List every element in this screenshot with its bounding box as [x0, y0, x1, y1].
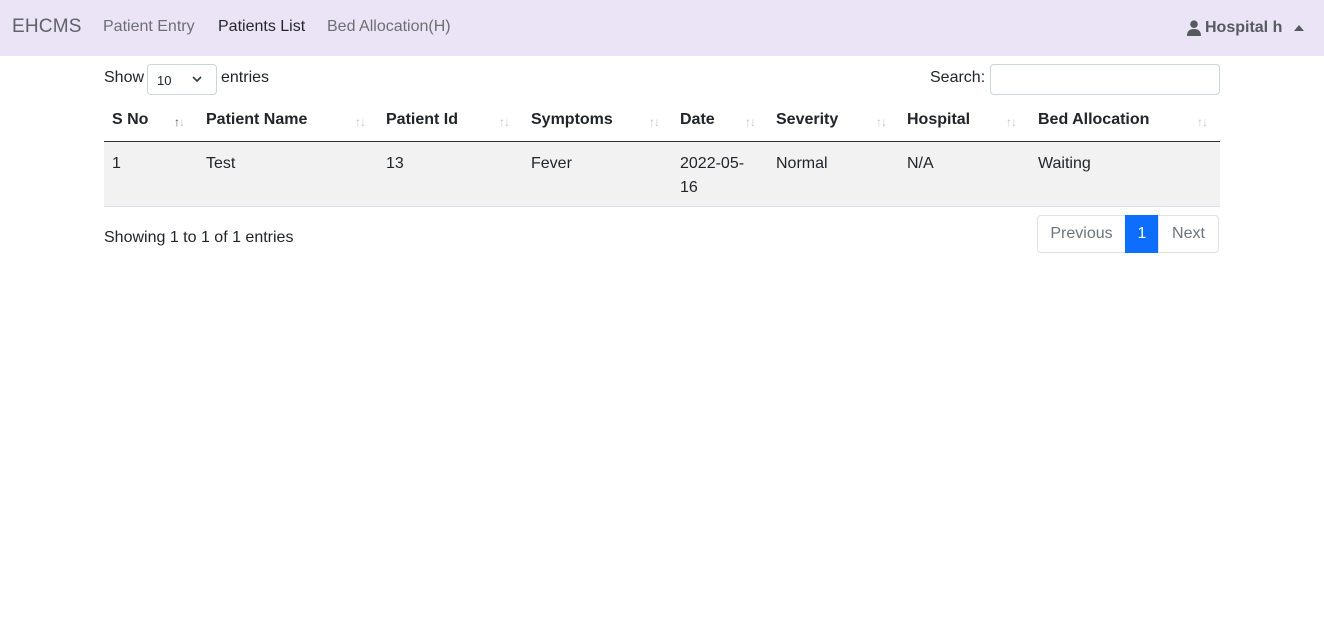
sort-icon[interactable]: ↑↓ [1197, 115, 1208, 129]
nav-link-bed-allocation[interactable]: Bed Allocation(H) [327, 18, 451, 36]
next-page-button[interactable]: Next [1158, 215, 1219, 253]
sort-icon[interactable]: ↑↓ [745, 115, 756, 129]
sort-icon[interactable]: ↑↓ [1006, 115, 1017, 129]
column-header-symptoms[interactable]: Symptoms [531, 111, 613, 129]
cell-hospital: N/A [907, 155, 934, 172]
column-header-date[interactable]: Date [680, 111, 715, 129]
cell-bed-allocation: Waiting [1038, 155, 1091, 172]
sort-icon[interactable]: ↑↓ [649, 115, 660, 129]
previous-page-button[interactable]: Previous [1037, 215, 1126, 253]
cell-severity: Normal [776, 155, 828, 172]
sort-icon[interactable]: ↑↓ [876, 115, 887, 129]
cell-date-line-1: 2022-05- [680, 155, 745, 172]
cell-patient-id: 13 [386, 155, 404, 172]
brand-logo[interactable]: EHCMS [12, 16, 82, 38]
column-header-patient-name[interactable]: Patient Name [206, 111, 307, 129]
column-header-s-no[interactable]: S No [112, 111, 148, 129]
cell-date-line-2: 16 [680, 179, 698, 196]
top-navbar: EHCMS Patient Entry Patients List Bed Al… [0, 0, 1324, 56]
search-label: Search: [930, 69, 986, 86]
page-1-button[interactable]: 1 [1125, 215, 1159, 253]
cell-date: 2022-05- 16 [680, 152, 744, 200]
nav-link-patient-entry[interactable]: Patient Entry [103, 18, 195, 36]
table-bottom-border [104, 206, 1220, 207]
cell-s-no: 1 [112, 155, 121, 172]
entries-label: entries [221, 69, 270, 86]
table-info: Showing 1 to 1 of 1 entries [104, 229, 294, 246]
sort-icon[interactable]: ↑↓ [174, 115, 185, 129]
column-header-bed-allocation[interactable]: Bed Allocation [1038, 111, 1149, 129]
caret-up-icon [1294, 25, 1305, 31]
user-icon [1187, 20, 1201, 36]
user-menu[interactable]: Hospital h [1187, 18, 1305, 38]
cell-patient-name: Test [206, 155, 236, 172]
user-menu-label: Hospital h [1205, 19, 1283, 36]
column-header-severity[interactable]: Severity [776, 111, 838, 129]
nav-link-patients-list[interactable]: Patients List [218, 18, 305, 36]
show-label: Show [104, 69, 145, 86]
pagination: Previous 1 Next [1037, 215, 1219, 253]
sort-icon[interactable]: ↑↓ [355, 115, 366, 129]
entries-per-page-select[interactable]: 10 [147, 64, 217, 95]
column-header-hospital[interactable]: Hospital [907, 111, 970, 129]
search-input[interactable] [990, 64, 1220, 95]
sort-icon[interactable]: ↑↓ [499, 115, 510, 129]
column-header-patient-id[interactable]: Patient Id [386, 111, 458, 129]
cell-symptoms: Fever [531, 155, 572, 172]
chevron-down-icon [192, 76, 202, 83]
entries-per-page-value: 10 [157, 73, 172, 88]
